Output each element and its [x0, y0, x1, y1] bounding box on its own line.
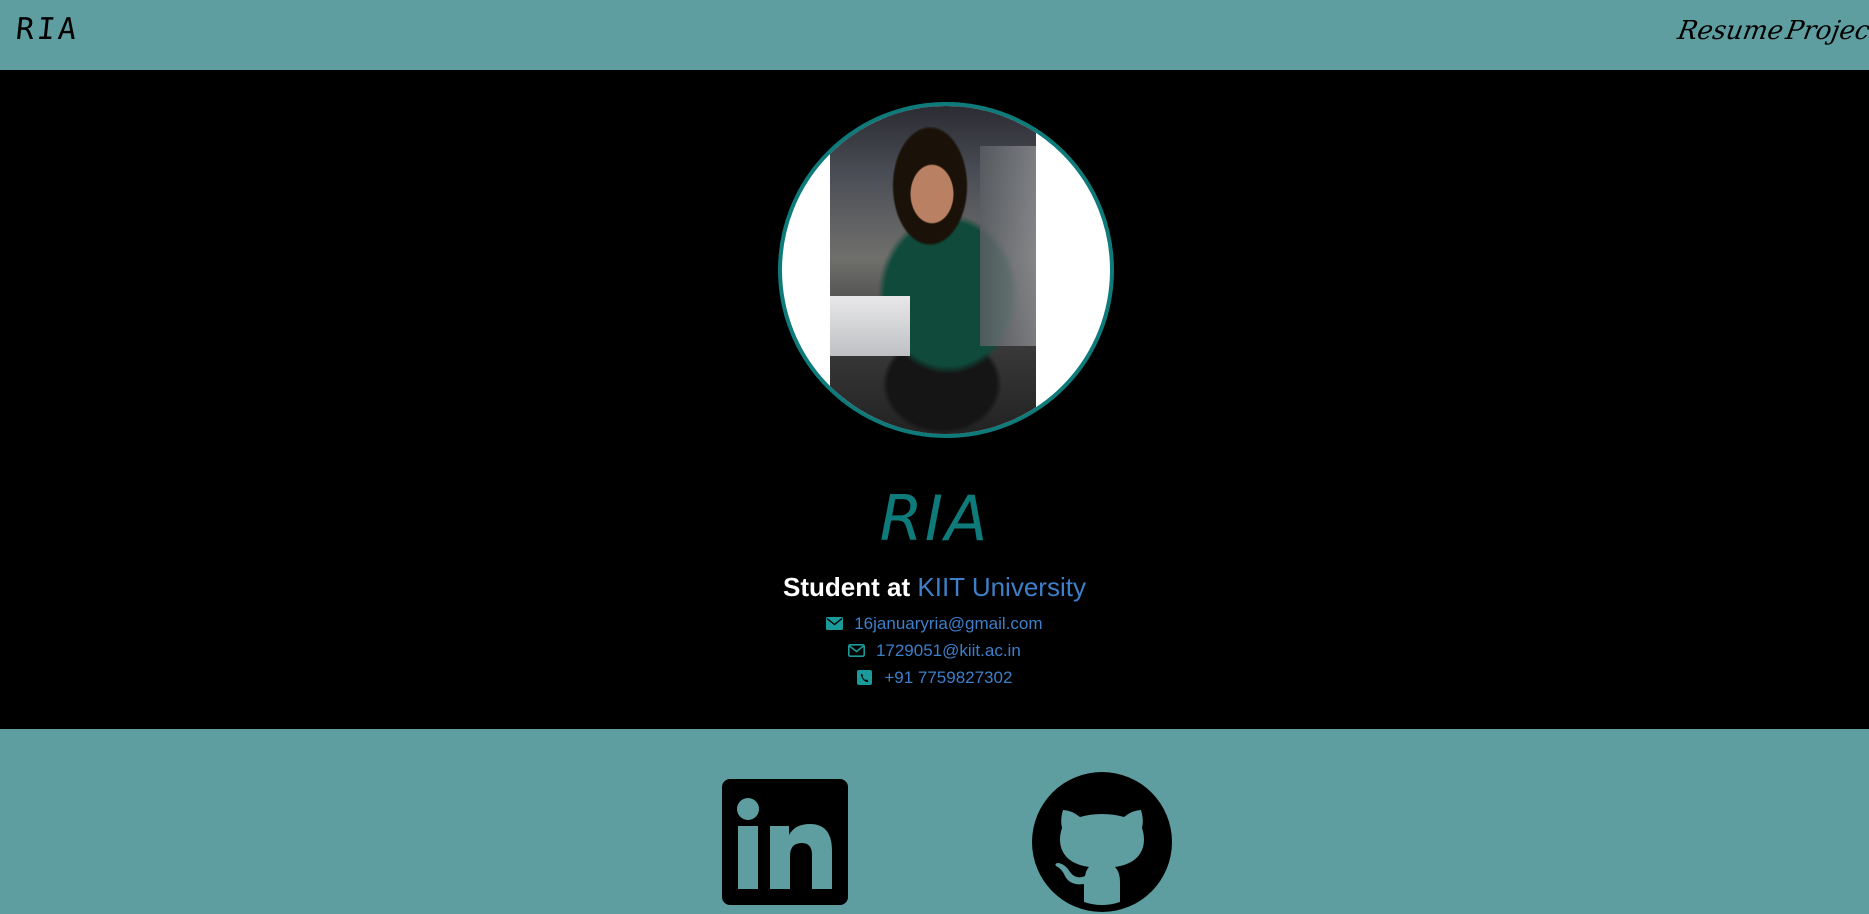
phone-icon	[856, 670, 872, 685]
social-footer	[0, 729, 1869, 914]
contact-email-university[interactable]: 1729051@kiit.ac.in	[0, 641, 1869, 661]
university-link[interactable]: KIIT University	[917, 572, 1086, 602]
brand-logo[interactable]: RIA	[14, 12, 81, 47]
contact-email-personal-text: 16januaryria@gmail.com	[854, 614, 1043, 633]
profile-section: RIA Student at KIIT University 16january…	[0, 70, 1869, 729]
contact-phone-text: +91 7759827302	[884, 668, 1013, 687]
nav-link-projects[interactable]: Projects	[1783, 16, 1869, 46]
contact-email-university-text: 1729051@kiit.ac.in	[875, 641, 1021, 660]
profile-photo-image	[830, 106, 1036, 434]
subtitle-prefix: Student at	[783, 572, 911, 602]
profile-name: RIA	[879, 482, 990, 555]
linkedin-icon	[722, 779, 848, 905]
profile-photo	[778, 102, 1114, 438]
navbar: RIA Resume Projects	[0, 0, 1869, 70]
contact-email-personal[interactable]: 16januaryria@gmail.com	[0, 614, 1869, 634]
envelope-outline-icon	[848, 644, 866, 657]
profile-subtitle: Student at KIIT University	[0, 572, 1869, 603]
envelope-icon	[826, 617, 844, 630]
github-icon	[1032, 772, 1172, 912]
nav-link-resume[interactable]: Resume	[1675, 16, 1785, 46]
contact-phone[interactable]: +91 7759827302	[0, 668, 1869, 688]
